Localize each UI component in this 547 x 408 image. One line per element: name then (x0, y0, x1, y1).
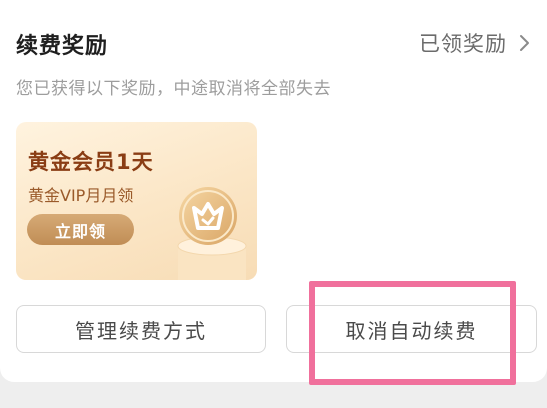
chevron-right-icon (513, 32, 535, 54)
claimed-rewards-link[interactable]: 已领奖励 (419, 28, 535, 58)
vip-crown-badge-icon (179, 187, 237, 245)
section-title: 续费奖励 (16, 34, 109, 59)
section-subtitle: 您已获得以下奖励，中途取消将全部失去 (16, 79, 331, 99)
screen: 续费奖励 已领奖励 您已获得以下奖励，中途取消将全部失去 黄金会员1天 黄金VI… (0, 0, 547, 408)
cancel-auto-renewal-button[interactable]: 取消自动续费 (286, 305, 537, 353)
claim-now-button[interactable]: 立即领 (27, 214, 134, 245)
reward-description: 黄金VIP月月领 (28, 186, 134, 205)
reward-title: 黄金会员1天 (28, 150, 154, 174)
claimed-rewards-label: 已领奖励 (419, 32, 507, 56)
reward-card: 黄金会员1天 黄金VIP月月领 立即领 (16, 122, 257, 280)
manage-renewal-method-button[interactable]: 管理续费方式 (16, 305, 266, 353)
renewal-rewards-card: 续费奖励 已领奖励 您已获得以下奖励，中途取消将全部失去 黄金会员1天 黄金VI… (0, 0, 547, 382)
